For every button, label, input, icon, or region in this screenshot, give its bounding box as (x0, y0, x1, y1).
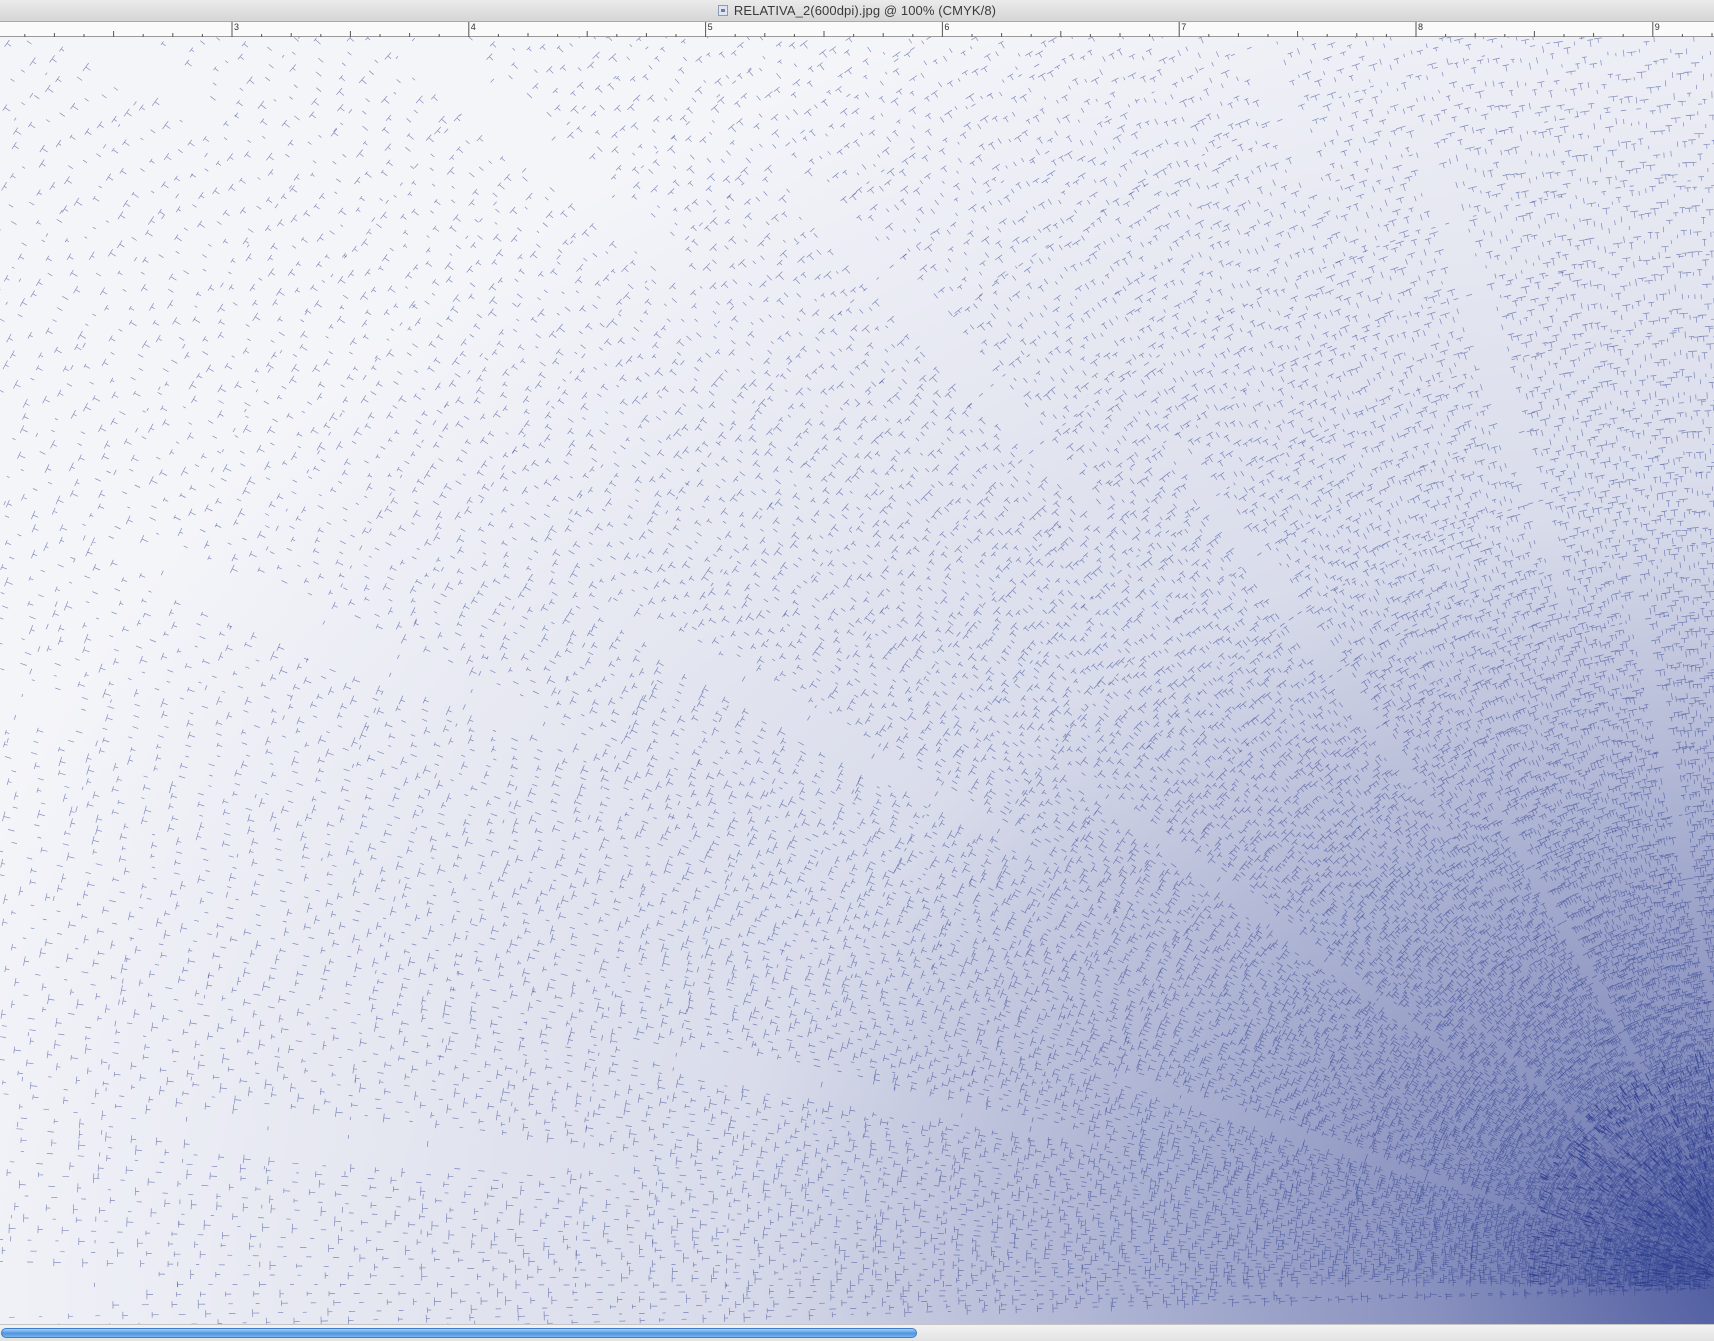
photoshop-document-window: RELATIVA_2(600dpi).jpg @ 100% (CMYK/8) 3… (0, 0, 1714, 1341)
ruler-label: 4 (471, 22, 476, 32)
artwork-pattern (0, 37, 1714, 1324)
ruler-label: 3 (234, 22, 239, 32)
scrollbar-thumb[interactable] (1, 1328, 917, 1338)
ruler-label: 6 (944, 22, 949, 32)
ruler-label: 9 (1655, 22, 1660, 32)
ruler-label: 8 (1418, 22, 1423, 32)
horizontal-scrollbar[interactable] (0, 1324, 1714, 1341)
ruler-label: 5 (708, 22, 713, 32)
window-title-bar[interactable]: RELATIVA_2(600dpi).jpg @ 100% (CMYK/8) (0, 0, 1714, 22)
image-canvas[interactable] (0, 37, 1714, 1324)
horizontal-ruler[interactable]: 3 4 5 6 7 8 9 (0, 22, 1714, 37)
document-icon (717, 5, 728, 16)
window-title: RELATIVA_2(600dpi).jpg @ 100% (CMYK/8) (733, 3, 997, 18)
ruler-label: 7 (1181, 22, 1186, 32)
ruler-ticks: 3 4 5 6 7 8 9 (24, 22, 1713, 37)
